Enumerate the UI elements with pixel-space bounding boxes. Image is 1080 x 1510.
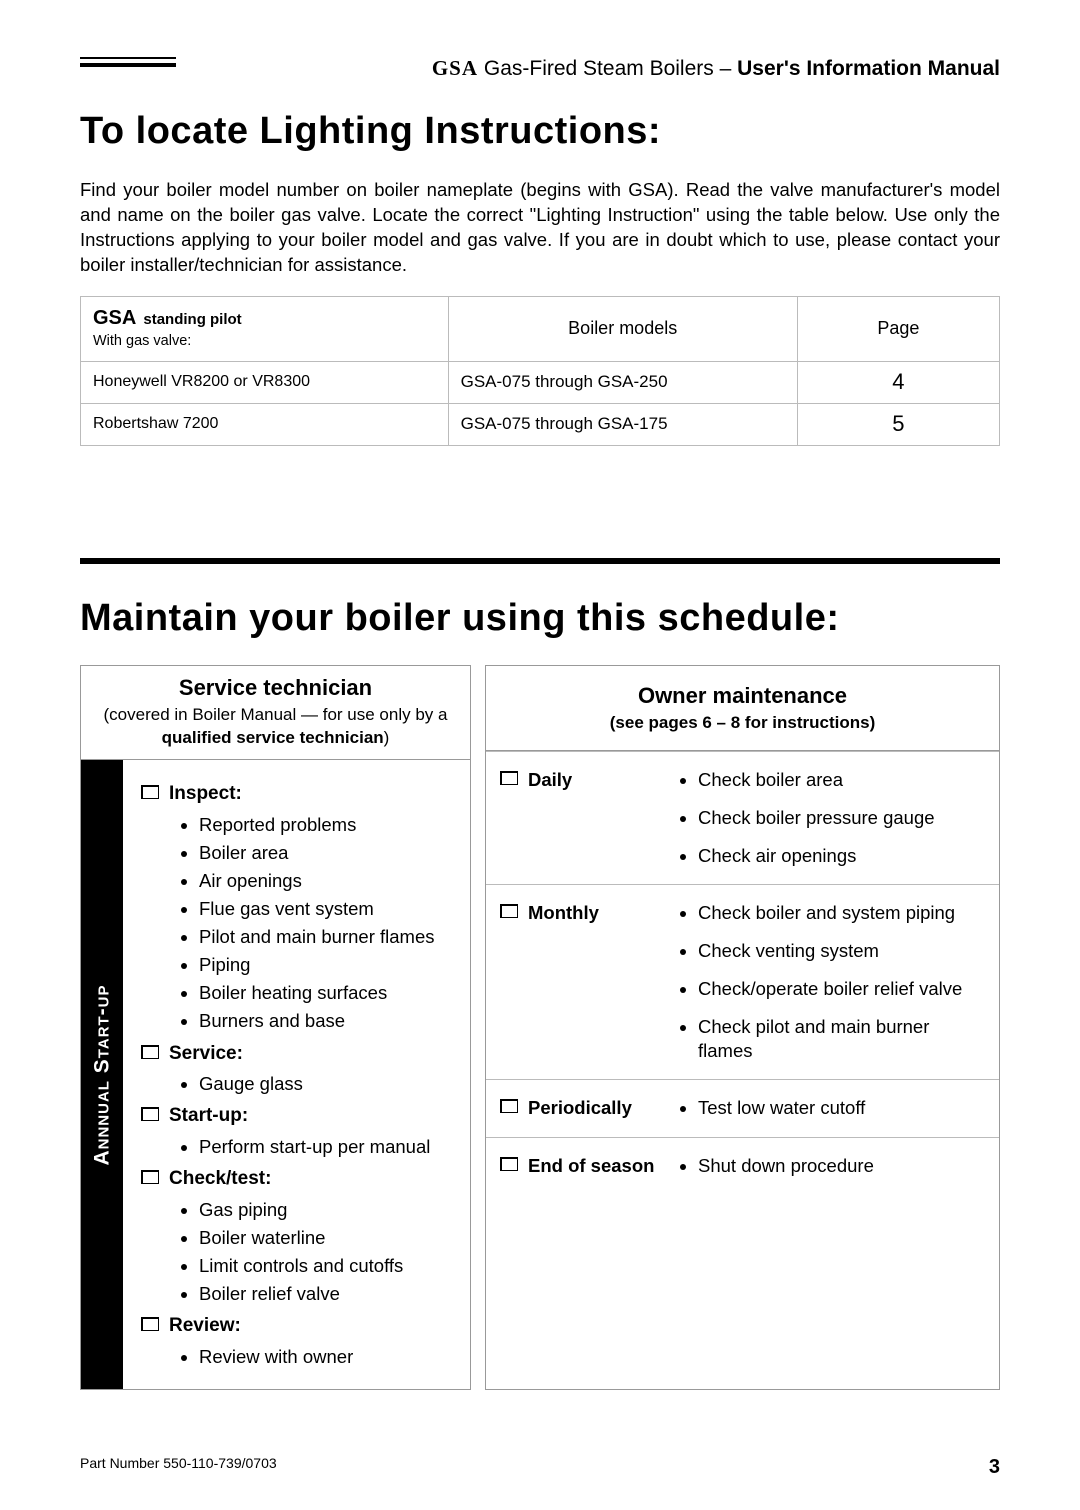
owner-row: Periodically Test low water cutoff: [486, 1079, 999, 1136]
page-footer: Part Number 550-110-739/0703 3: [80, 1454, 1000, 1480]
checkbox-icon: [500, 771, 518, 785]
list-item: Reported problems: [199, 813, 460, 837]
checklist-item: Service:: [141, 1042, 460, 1067]
column-header: Service technician (covered in Boiler Ma…: [81, 666, 470, 760]
list-item: Boiler waterline: [199, 1226, 460, 1250]
list-item: Flue gas vent system: [199, 897, 460, 921]
owner-row: Daily Check boiler area Check boiler pre…: [486, 751, 999, 884]
bullet-list: Gauge glass: [141, 1072, 460, 1096]
page-header: GSA Gas-Fired Steam Boilers – User's Inf…: [80, 55, 1000, 83]
list-item: Gauge glass: [199, 1072, 460, 1096]
list-item: Limit controls and cutoffs: [199, 1254, 460, 1278]
bullet-list: Check boiler and system piping Check ven…: [678, 901, 985, 1063]
product-name: Gas-Fired Steam Boilers: [484, 57, 714, 80]
maintenance-grid: Service technician (covered in Boiler Ma…: [80, 665, 1000, 1390]
bullet-list: Perform start-up per manual: [141, 1135, 460, 1159]
list-item: Check boiler pressure gauge: [698, 806, 985, 830]
checklist-item: Check/test:: [141, 1167, 460, 1192]
list-item: Perform start-up per manual: [199, 1135, 460, 1159]
table-row: Robertshaw 7200 GSA-075 through GSA-175 …: [81, 403, 1000, 445]
owner-maintenance-column: Owner maintenance (see pages 6 – 8 for i…: [485, 665, 1000, 1390]
header-title: GSA Gas-Fired Steam Boilers – User's Inf…: [432, 55, 1000, 82]
column-header: Owner maintenance (see pages 6 – 8 for i…: [486, 666, 999, 751]
list-item: Check air openings: [698, 844, 985, 868]
annual-startup-sidebar: Annnual Start-up: [81, 760, 123, 1388]
column-body: Annnual Start-up Inspect: Reported probl…: [81, 760, 470, 1388]
section-divider: [80, 558, 1000, 564]
list-item: Burners and base: [199, 1009, 460, 1033]
table-row: Honeywell VR8200 or VR8300 GSA-075 throu…: [81, 362, 1000, 404]
list-item: Piping: [199, 953, 460, 977]
list-item: Check/operate boiler relief valve: [698, 977, 985, 1001]
checkbox-icon: [141, 1170, 159, 1184]
bullet-list: Check boiler area Check boiler pressure …: [678, 768, 985, 868]
owner-row: Monthly Check boiler and system piping C…: [486, 884, 999, 1079]
list-item: Gas piping: [199, 1198, 460, 1222]
list-item: Check boiler area: [698, 768, 985, 792]
list-item: Pilot and main burner flames: [199, 925, 460, 949]
checkbox-icon: [141, 785, 159, 799]
table-header-valve: GSA standing pilot With gas valve:: [81, 297, 449, 362]
manual-name: User's Information Manual: [737, 57, 1000, 80]
checklist-item: Start-up:: [141, 1104, 460, 1129]
checkbox-icon: [141, 1317, 159, 1331]
list-item: Review with owner: [199, 1345, 460, 1369]
checkbox-icon: [141, 1107, 159, 1121]
checkbox-icon: [500, 904, 518, 918]
bullet-list: Test low water cutoff: [678, 1096, 985, 1120]
bullet-list: Reported problems Boiler area Air openin…: [141, 813, 460, 1033]
service-technician-column: Service technician (covered in Boiler Ma…: [80, 665, 471, 1390]
lighting-table: GSA standing pilot With gas valve: Boile…: [80, 296, 1000, 445]
part-number: Part Number 550-110-739/0703: [80, 1454, 277, 1480]
list-item: Check pilot and main burner flames: [698, 1015, 985, 1063]
header-rule: [80, 57, 176, 67]
list-item: Shut down procedure: [698, 1154, 985, 1178]
intro-paragraph: Find your boiler model number on boiler …: [80, 178, 1000, 278]
checklist-item: Review:: [141, 1314, 460, 1339]
list-item: Check boiler and system piping: [698, 901, 985, 925]
checkbox-icon: [500, 1157, 518, 1171]
bullet-list: Gas piping Boiler waterline Limit contro…: [141, 1198, 460, 1306]
list-item: Boiler relief valve: [199, 1282, 460, 1306]
page-number: 3: [989, 1454, 1000, 1480]
bullet-list: Review with owner: [141, 1345, 460, 1369]
list-item: Boiler heating surfaces: [199, 981, 460, 1005]
owner-row: End of season Shut down procedure: [486, 1137, 999, 1194]
section-title-maintain: Maintain your boiler using this schedule…: [80, 594, 1000, 643]
list-item: Test low water cutoff: [698, 1096, 985, 1120]
bullet-list: Shut down procedure: [678, 1154, 985, 1178]
checkbox-icon: [141, 1045, 159, 1059]
list-item: Check venting system: [698, 939, 985, 963]
table-header-page: Page: [797, 297, 999, 362]
section-title-lighting: To locate Lighting Instructions:: [80, 107, 1000, 156]
table-header-models: Boiler models: [448, 297, 797, 362]
brand-logo-text: GSA: [432, 56, 478, 80]
checklist-item: Inspect:: [141, 782, 460, 807]
list-item: Boiler area: [199, 841, 460, 865]
checkbox-icon: [500, 1099, 518, 1113]
list-item: Air openings: [199, 869, 460, 893]
